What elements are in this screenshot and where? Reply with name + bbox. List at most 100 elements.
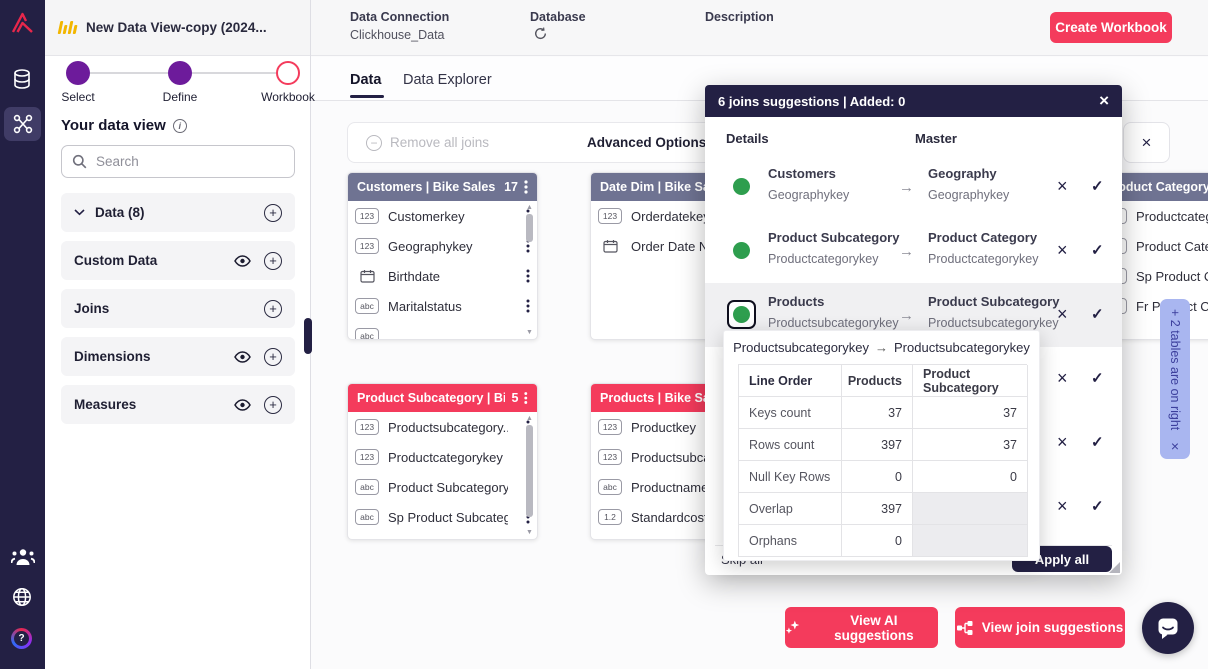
users-icon[interactable] bbox=[11, 548, 35, 565]
stats-row-label: Null Key Rows bbox=[739, 461, 842, 493]
modal-resize-handle[interactable] bbox=[1109, 562, 1120, 573]
add-data-icon[interactable]: + bbox=[264, 204, 282, 222]
view-ai-suggestions-button[interactable]: View AI suggestions bbox=[785, 607, 938, 648]
step-select-circle[interactable] bbox=[66, 61, 90, 85]
info-icon[interactable]: i bbox=[173, 119, 187, 133]
close-icon[interactable]: × bbox=[1171, 438, 1179, 454]
scroll-down-icon[interactable]: ▼ bbox=[526, 529, 533, 536]
eye-icon[interactable] bbox=[234, 351, 251, 363]
add-dimension-icon[interactable]: + bbox=[264, 348, 282, 366]
section-data[interactable]: Data (8) + bbox=[61, 193, 295, 232]
reject-join-icon[interactable]: × bbox=[1057, 305, 1068, 323]
remove-all-joins-button[interactable]: − Remove all joins bbox=[366, 135, 489, 151]
modal-header[interactable]: 6 joins suggestions | Added: 0 × bbox=[705, 85, 1122, 117]
join-status-dot-focused[interactable] bbox=[727, 300, 756, 329]
close-icon[interactable]: × bbox=[1099, 91, 1109, 111]
accept-join-icon[interactable]: ✓ bbox=[1091, 371, 1104, 386]
field-row[interactable]: abc Product Subcategory bbox=[348, 472, 537, 502]
detail-table-name: Customers bbox=[768, 166, 900, 181]
reject-join-icon[interactable]: × bbox=[1057, 241, 1068, 259]
field-row[interactable]: Birthdate bbox=[348, 261, 537, 291]
step-workbook-circle[interactable] bbox=[276, 61, 300, 85]
section-joins[interactable]: Joins + bbox=[61, 289, 295, 328]
stats-value: 0 bbox=[913, 461, 1028, 493]
card-scrollbar[interactable]: ▲ ▼ bbox=[524, 415, 535, 536]
your-data-view-heading: Your data view i bbox=[61, 117, 187, 134]
field-row[interactable]: abc Fr Product Subcat bbox=[348, 532, 537, 540]
app-logo-icon[interactable] bbox=[9, 10, 36, 42]
section-dimensions[interactable]: Dimensions + bbox=[61, 337, 295, 376]
add-custom-data-icon[interactable]: + bbox=[264, 252, 282, 270]
chat-bubble-icon bbox=[1155, 615, 1181, 641]
field-name: Birthdate bbox=[388, 269, 440, 284]
data-view-title-bar[interactable]: New Data View-copy (2024... bbox=[45, 0, 310, 56]
step-define-circle[interactable] bbox=[168, 61, 192, 85]
master-key-name: Productcategorykey bbox=[928, 252, 1060, 266]
accept-join-icon[interactable]: ✓ bbox=[1091, 179, 1104, 194]
join-stats-table: Line Order Products Product Subcategory … bbox=[738, 364, 1027, 557]
scroll-thumb[interactable] bbox=[526, 214, 533, 242]
scroll-down-icon[interactable]: ▼ bbox=[526, 329, 533, 336]
join-stats-popup: Productsubcategorykey→Productsubcategory… bbox=[723, 330, 1040, 561]
reject-join-icon[interactable]: × bbox=[1057, 433, 1068, 451]
refresh-icon[interactable] bbox=[534, 27, 547, 45]
section-measures[interactable]: Measures + bbox=[61, 385, 295, 424]
master-table-name: Product Category bbox=[928, 230, 1060, 245]
field-row[interactable]: 123 Geographykey bbox=[348, 231, 537, 261]
help-icon[interactable]: ? bbox=[11, 628, 32, 649]
scroll-up-icon[interactable]: ▲ bbox=[526, 415, 533, 422]
section-label: Dimensions bbox=[74, 349, 151, 364]
panel-resize-handle[interactable] bbox=[304, 318, 312, 354]
join-suggestion-row[interactable]: Customers Geographykey → Geography Geogr… bbox=[705, 155, 1122, 219]
datasets-icon[interactable] bbox=[11, 68, 33, 90]
join-suggestion-row[interactable]: Product Subcategory Productcategorykey →… bbox=[705, 219, 1122, 283]
table-card-product-subcategory[interactable]: Product Subcategory | Bik... 5 123 Produ… bbox=[347, 383, 538, 540]
advanced-options-button[interactable]: Advanced Options ▾ bbox=[587, 135, 718, 151]
eye-icon[interactable] bbox=[234, 399, 251, 411]
field-row[interactable]: 123 Productsubcategory... bbox=[348, 412, 537, 442]
accept-join-icon[interactable]: ✓ bbox=[1091, 499, 1104, 514]
field-row[interactable]: abc bbox=[348, 321, 537, 340]
chat-widget-button[interactable] bbox=[1142, 602, 1194, 654]
search-box bbox=[61, 145, 295, 178]
field-row[interactable]: 123 Productcategorykey bbox=[348, 442, 537, 472]
card-field-count: 5 bbox=[511, 391, 518, 405]
card-title: Product Subcategory | Bik... bbox=[357, 391, 505, 405]
kebab-icon[interactable] bbox=[524, 180, 528, 194]
reject-join-icon[interactable]: × bbox=[1057, 369, 1068, 387]
add-join-icon[interactable]: + bbox=[264, 300, 282, 318]
stats-value-empty bbox=[913, 493, 1028, 525]
card-scrollbar[interactable]: ▲ ▼ bbox=[524, 204, 535, 336]
card-header[interactable]: Product Subcategory | Bik... 5 bbox=[348, 384, 537, 412]
search-input[interactable] bbox=[61, 145, 295, 178]
kebab-icon[interactable] bbox=[524, 391, 528, 405]
tab-data-explorer[interactable]: Data Explorer bbox=[403, 72, 492, 88]
field-row[interactable]: abc Maritalstatus bbox=[348, 291, 537, 321]
section-custom-data[interactable]: Custom Data + bbox=[61, 241, 295, 280]
globe-icon[interactable] bbox=[11, 586, 33, 608]
create-workbook-button[interactable]: Create Workbook bbox=[1050, 12, 1172, 43]
reject-join-icon[interactable]: × bbox=[1057, 497, 1068, 515]
field-name: Product Subcategory bbox=[388, 480, 508, 495]
to-key: Productsubcategorykey bbox=[894, 340, 1030, 355]
table-card-customers[interactable]: Customers | Bike Sales 17 123 Customerke… bbox=[347, 172, 538, 340]
scroll-up-icon[interactable]: ▲ bbox=[526, 204, 533, 211]
field-type-number-icon: 123 bbox=[598, 449, 622, 465]
close-joins-view-button[interactable]: × bbox=[1123, 122, 1170, 163]
view-join-suggestions-button[interactable]: View join suggestions bbox=[955, 607, 1125, 648]
field-row[interactable]: 123 Customerkey bbox=[348, 201, 537, 231]
add-measure-icon[interactable]: + bbox=[264, 396, 282, 414]
scroll-thumb[interactable] bbox=[526, 425, 533, 517]
card-header[interactable]: Customers | Bike Sales 17 bbox=[348, 173, 537, 201]
accept-join-icon[interactable]: ✓ bbox=[1091, 435, 1104, 450]
tab-data[interactable]: Data bbox=[350, 72, 381, 88]
eye-icon[interactable] bbox=[234, 255, 251, 267]
accept-join-icon[interactable]: ✓ bbox=[1091, 307, 1104, 322]
field-name: Productname bbox=[631, 480, 708, 495]
data-model-icon[interactable] bbox=[4, 107, 41, 141]
tables-on-right-badge[interactable]: + 2 tables are on right × bbox=[1160, 299, 1190, 459]
field-row[interactable]: abc Sp Product Subcateg... bbox=[348, 502, 537, 532]
accept-join-icon[interactable]: ✓ bbox=[1091, 243, 1104, 258]
chevron-down-icon bbox=[74, 209, 85, 216]
reject-join-icon[interactable]: × bbox=[1057, 177, 1068, 195]
